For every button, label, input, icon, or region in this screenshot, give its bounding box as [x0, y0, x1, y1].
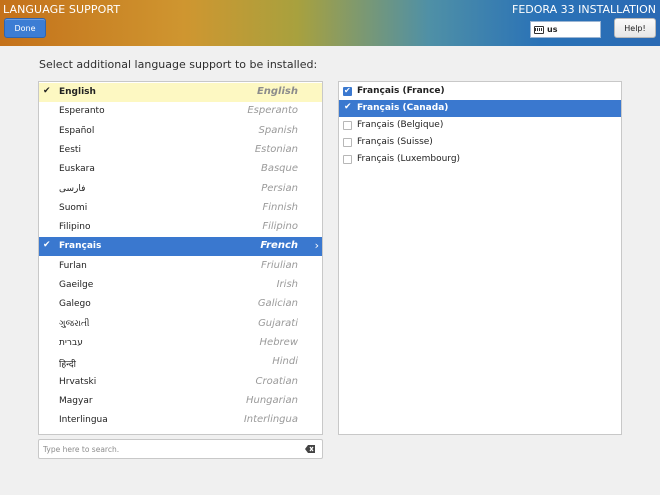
- language-native-name: Gaeilge: [59, 280, 94, 290]
- language-english-name: Hebrew: [259, 336, 298, 348]
- language-native-name: Interlingua: [59, 415, 108, 426]
- language-native-name: עברית: [59, 337, 83, 348]
- locale-row[interactable]: Français (France): [339, 83, 621, 100]
- language-list[interactable]: ✔ English English Esperanto Esperanto Español…: [38, 81, 323, 435]
- language-row[interactable]: Filipino Filipino: [39, 218, 322, 237]
- language-row[interactable]: Esperanto Esperanto: [39, 102, 322, 121]
- language-native-name: Galego: [59, 299, 91, 310]
- language-row[interactable]: Español Spanish: [39, 122, 322, 141]
- language-english-name: Friulian: [260, 259, 298, 271]
- spoke-title: LANGUAGE SUPPORT: [3, 3, 121, 16]
- language-row[interactable]: فارسی Persian: [39, 180, 322, 199]
- language-english-name: Spanish: [258, 124, 299, 136]
- language-native-name: Français: [59, 241, 102, 252]
- language-english-name: French: [260, 240, 298, 252]
- language-row[interactable]: Suomi Finnish: [39, 199, 322, 218]
- language-row[interactable]: ✔ English English: [39, 83, 322, 102]
- check-icon: ✔: [43, 86, 51, 96]
- locale-row[interactable]: Français (Belgique): [339, 117, 621, 134]
- help-button[interactable]: Help!: [614, 18, 656, 38]
- clear-search-icon[interactable]: [305, 444, 316, 454]
- language-row[interactable]: ✔ Français French ›: [39, 237, 322, 257]
- language-row[interactable]: ગુજરાતી Gujarati: [39, 315, 322, 334]
- language-row[interactable]: Hrvatski Croatian: [39, 373, 322, 392]
- language-row[interactable]: Galego Galician: [39, 295, 322, 314]
- locale-label: Français (Belgique): [357, 120, 444, 130]
- done-button[interactable]: Done: [4, 18, 46, 38]
- language-native-name: Eesti: [59, 144, 81, 155]
- locale-label: Français (France): [357, 86, 445, 96]
- language-native-name: ગુજરાતી: [59, 318, 90, 329]
- locale-row[interactable]: Français (Suisse): [339, 134, 621, 151]
- locale-checkbox[interactable]: [343, 86, 352, 96]
- installation-title: FEDORA 33 INSTALLATION: [512, 3, 656, 16]
- language-row[interactable]: Furlan Friulian: [39, 257, 322, 276]
- locale-checkbox[interactable]: [343, 155, 352, 164]
- language-english-name: Croatian: [255, 375, 298, 387]
- language-english-name: Hindi: [272, 356, 298, 368]
- language-native-name: Suomi: [59, 202, 88, 213]
- search-input[interactable]: [43, 442, 293, 456]
- language-english-name: Finnish: [262, 201, 298, 213]
- locale-row[interactable]: Français (Canada): [339, 100, 621, 117]
- language-native-name: Magyar: [59, 395, 93, 406]
- language-native-name: Furlan: [59, 260, 87, 271]
- locale-label: Français (Canada): [357, 103, 449, 113]
- keyboard-icon: [534, 25, 544, 34]
- locale-list[interactable]: Français (France) Français (Canada) França…: [338, 81, 622, 435]
- keyboard-layout-label: us: [547, 25, 558, 34]
- language-row[interactable]: Eesti Estonian: [39, 141, 322, 160]
- language-english-name: English: [256, 86, 298, 97]
- language-english-name: Galician: [257, 298, 298, 310]
- language-native-name: Hrvatski: [59, 376, 97, 387]
- language-english-name: Persian: [261, 182, 298, 194]
- language-english-name: Gujarati: [258, 317, 298, 329]
- language-english-name: Irish: [276, 279, 298, 290]
- language-english-name: Estonian: [254, 143, 298, 155]
- header-bar: LANGUAGE SUPPORT Done FEDORA 33 INSTALLA…: [0, 0, 660, 46]
- language-row[interactable]: Magyar Hungarian: [39, 392, 322, 411]
- language-row[interactable]: Euskara Basque: [39, 160, 322, 179]
- language-native-name: Euskara: [59, 164, 95, 175]
- keyboard-layout-indicator[interactable]: us: [530, 21, 601, 38]
- language-english-name: Filipino: [262, 221, 298, 233]
- language-row[interactable]: עברית Hebrew: [39, 334, 322, 353]
- chevron-right-icon: ›: [314, 239, 319, 253]
- language-row[interactable]: हिन्दी Hindi: [39, 353, 322, 372]
- locale-checkbox[interactable]: [343, 102, 352, 113]
- locale-label: Français (Luxembourg): [357, 154, 461, 164]
- language-native-name: فارسی: [59, 183, 86, 194]
- check-icon: ✔: [43, 240, 51, 251]
- language-native-name: हिन्दी: [59, 360, 77, 371]
- page-prompt: Select additional language support to be…: [39, 58, 318, 71]
- locale-row[interactable]: Français (Luxembourg): [339, 151, 621, 168]
- locale-label: Français (Suisse): [357, 137, 433, 147]
- language-row[interactable]: Interlingua Interlingua: [39, 411, 322, 430]
- language-english-name: Esperanto: [247, 105, 298, 117]
- language-row[interactable]: Gaeilge Irish: [39, 276, 322, 295]
- language-native-name: Esperanto: [59, 106, 105, 117]
- language-native-name: Filipino: [59, 222, 91, 233]
- locale-checkbox[interactable]: [343, 138, 352, 147]
- language-native-name: English: [59, 87, 96, 97]
- language-english-name: Basque: [260, 163, 298, 175]
- language-search-field[interactable]: [38, 439, 323, 459]
- locale-checkbox[interactable]: [343, 121, 352, 130]
- language-english-name: Hungarian: [245, 394, 298, 406]
- language-english-name: Interlingua: [243, 414, 298, 426]
- language-native-name: Español: [59, 125, 95, 136]
